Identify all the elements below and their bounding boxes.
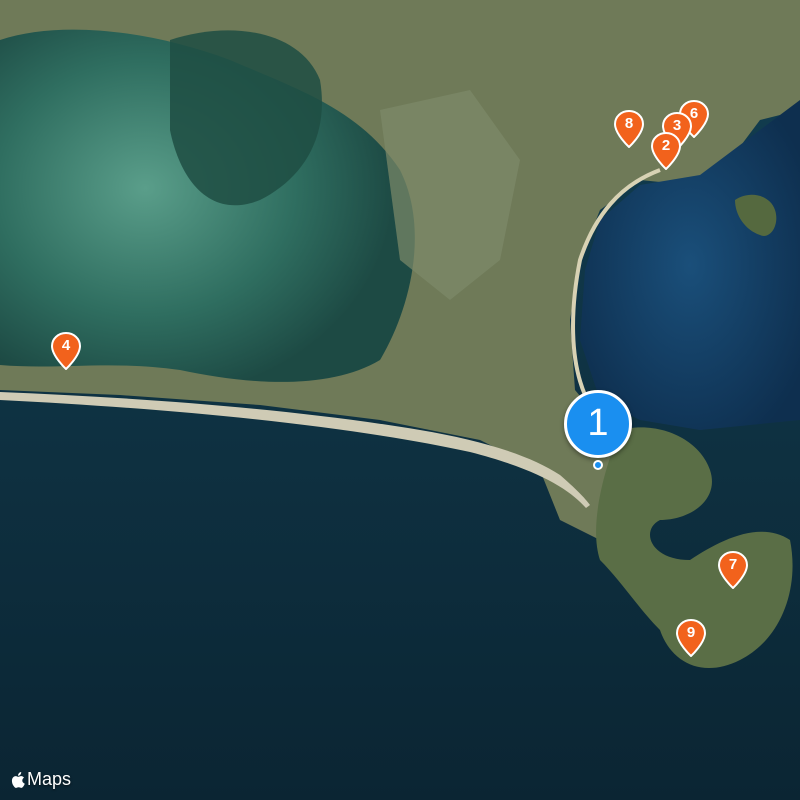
map-pin-2[interactable]: 2 — [651, 132, 681, 170]
maps-attribution[interactable]: Maps — [10, 769, 71, 790]
maps-attribution-label: Maps — [27, 769, 72, 789]
map-pin-7[interactable]: 7 — [718, 551, 748, 589]
location-dot-icon — [593, 460, 603, 470]
map-pin-label: 8 — [624, 115, 634, 132]
map-pin-4[interactable]: 4 — [51, 332, 81, 370]
map-pin-label: 4 — [61, 337, 71, 354]
map-pin-selected-1[interactable]: 1 — [562, 390, 638, 470]
map-view[interactable]: 8 6 3 2 4 7 9 1 Maps — [0, 0, 800, 800]
map-pin-label: 2 — [661, 137, 671, 154]
map-pin-8[interactable]: 8 — [614, 110, 644, 148]
apple-logo-icon — [11, 771, 25, 788]
map-pin-label: 9 — [686, 624, 696, 641]
map-pin-label: 7 — [728, 556, 738, 573]
map-pin-9[interactable]: 9 — [676, 619, 706, 657]
selected-pin-label: 1 — [587, 402, 609, 444]
